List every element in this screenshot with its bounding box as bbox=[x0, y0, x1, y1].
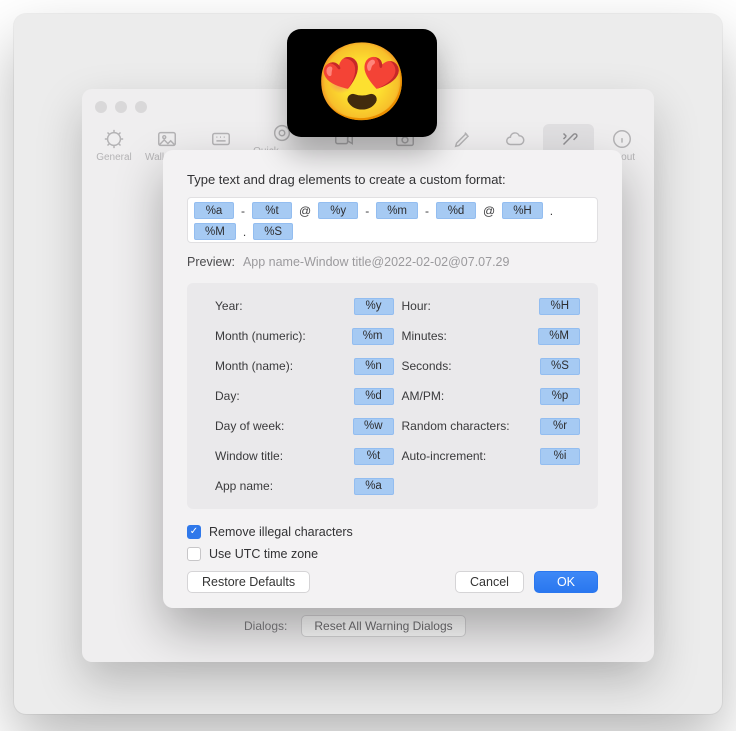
format-separator[interactable]: - bbox=[421, 204, 433, 218]
format-token[interactable]: %S bbox=[253, 223, 293, 240]
legend-token[interactable]: %i bbox=[540, 448, 580, 465]
close-icon[interactable] bbox=[95, 101, 107, 113]
legend-token[interactable]: %d bbox=[354, 388, 394, 405]
legend-row: Day: %d bbox=[215, 387, 394, 405]
remove-illegal-checkbox[interactable]: Remove illegal characters bbox=[187, 525, 598, 539]
legend-label: Minutes: bbox=[402, 329, 447, 343]
zoom-icon[interactable] bbox=[135, 101, 147, 113]
legend-label: Day: bbox=[215, 389, 240, 403]
traffic-lights bbox=[95, 101, 147, 113]
legend-row: Month (numeric): %m bbox=[215, 327, 394, 345]
legend-token[interactable]: %M bbox=[538, 328, 580, 345]
legend-label: Random characters: bbox=[402, 419, 510, 433]
legend-row: Window title: %t bbox=[215, 447, 394, 465]
legend-row: Minutes: %M bbox=[402, 327, 581, 345]
format-token[interactable]: %m bbox=[376, 202, 418, 219]
legend-label: Seconds: bbox=[402, 359, 452, 373]
legend-token[interactable]: %t bbox=[354, 448, 394, 465]
checkbox-icon bbox=[187, 547, 201, 561]
tab-label: General bbox=[96, 152, 132, 163]
legend-row: Random characters: %r bbox=[402, 417, 581, 435]
format-input[interactable]: %a-%t@%y-%m-%d@%H.%M.%S bbox=[187, 197, 598, 243]
format-token[interactable]: %d bbox=[436, 202, 476, 219]
tab-general[interactable]: General bbox=[90, 124, 138, 165]
legend-row: Month (name): %n bbox=[215, 357, 394, 375]
legend-label: Year: bbox=[215, 299, 243, 313]
format-separator[interactable]: @ bbox=[479, 204, 499, 218]
dialogs-row: Dialogs: Reset All Warning Dialogs bbox=[244, 615, 466, 637]
legend-label: Hour: bbox=[402, 299, 431, 313]
minimize-icon[interactable] bbox=[115, 101, 127, 113]
legend-token[interactable]: %r bbox=[540, 418, 580, 435]
legend-label: Auto-increment: bbox=[402, 449, 487, 463]
preview-label: Preview: bbox=[187, 255, 235, 269]
legend-token[interactable]: %w bbox=[353, 418, 394, 435]
legend-row: Seconds: %S bbox=[402, 357, 581, 375]
legend-row: Auto-increment: %i bbox=[402, 447, 581, 465]
legend-token[interactable]: %a bbox=[354, 478, 394, 495]
legend-label: Day of week: bbox=[215, 419, 284, 433]
legend-label: Month (numeric): bbox=[215, 329, 306, 343]
legend-token[interactable]: %p bbox=[540, 388, 580, 405]
token-legend: Year: %y Month (numeric): %m Month (name): %n… bbox=[187, 283, 598, 509]
sheet-title: Type text and drag elements to create a … bbox=[187, 172, 598, 187]
cancel-button[interactable]: Cancel bbox=[455, 571, 524, 593]
app-emoji-badge: 😍 bbox=[287, 29, 437, 137]
reset-dialogs-button[interactable]: Reset All Warning Dialogs bbox=[301, 615, 465, 637]
preview-value: App name-Window title@2022-02-02@07.07.2… bbox=[243, 255, 510, 269]
checkbox-label: Remove illegal characters bbox=[209, 525, 353, 539]
legend-label: AM/PM: bbox=[402, 389, 445, 403]
legend-token[interactable]: %y bbox=[354, 298, 394, 315]
legend-row: Year: %y bbox=[215, 297, 394, 315]
custom-format-sheet: Type text and drag elements to create a … bbox=[163, 150, 622, 608]
restore-defaults-button[interactable]: Restore Defaults bbox=[187, 571, 310, 593]
legend-token[interactable]: %m bbox=[352, 328, 394, 345]
format-token[interactable]: %t bbox=[252, 202, 292, 219]
legend-row: AM/PM: %p bbox=[402, 387, 581, 405]
format-token[interactable]: %a bbox=[194, 202, 234, 219]
legend-token[interactable]: %H bbox=[539, 298, 580, 315]
format-separator[interactable]: . bbox=[546, 204, 557, 218]
format-separator[interactable]: @ bbox=[295, 204, 315, 218]
heart-eyes-emoji-icon: 😍 bbox=[315, 45, 410, 121]
format-token[interactable]: %y bbox=[318, 202, 358, 219]
legend-label: App name: bbox=[215, 479, 273, 493]
legend-row: App name: %a bbox=[215, 477, 394, 495]
legend-token[interactable]: %n bbox=[354, 358, 394, 375]
format-separator[interactable]: - bbox=[237, 204, 249, 218]
utc-checkbox[interactable]: Use UTC time zone bbox=[187, 547, 598, 561]
checkbox-label: Use UTC time zone bbox=[209, 547, 318, 561]
checkbox-icon bbox=[187, 525, 201, 539]
dialogs-label: Dialogs: bbox=[244, 619, 287, 633]
format-preview: Preview: App name-Window title@2022-02-0… bbox=[187, 255, 598, 269]
format-token[interactable]: %M bbox=[194, 223, 236, 240]
legend-label: Window title: bbox=[215, 449, 283, 463]
legend-row: Hour: %H bbox=[402, 297, 581, 315]
ok-button[interactable]: OK bbox=[534, 571, 598, 593]
legend-token[interactable]: %S bbox=[540, 358, 580, 375]
format-separator[interactable]: . bbox=[239, 225, 250, 239]
legend-label: Month (name): bbox=[215, 359, 293, 373]
legend-row: Day of week: %w bbox=[215, 417, 394, 435]
format-separator[interactable]: - bbox=[361, 204, 373, 218]
format-token[interactable]: %H bbox=[502, 202, 543, 219]
